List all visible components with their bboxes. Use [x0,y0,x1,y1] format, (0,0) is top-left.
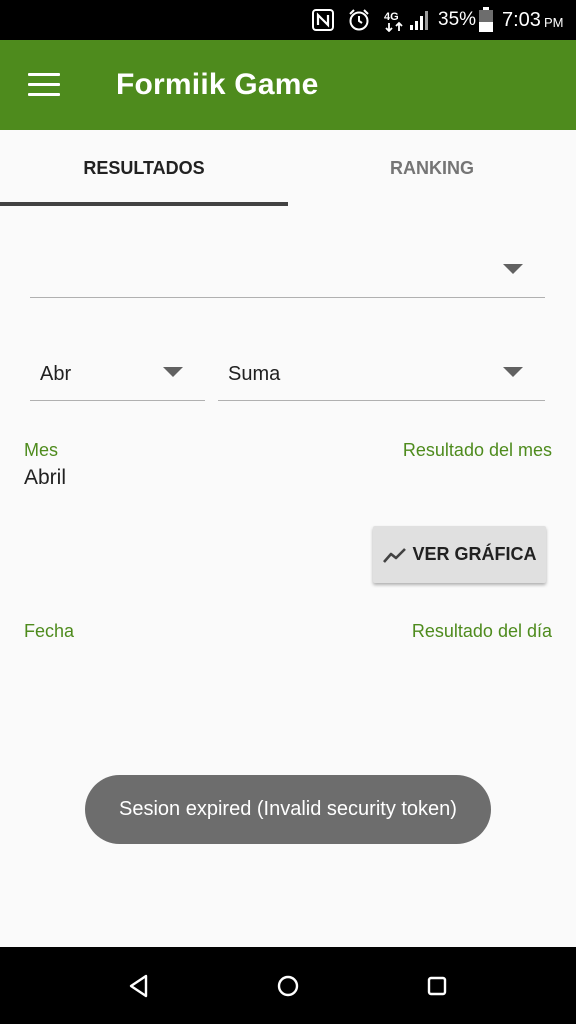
month-label: Mes [24,440,59,460]
recents-icon[interactable] [422,971,452,1001]
navigation-bar [0,947,576,1024]
tab-ranking[interactable]: RANKING [288,130,576,206]
month-spinner[interactable]: Abr [30,348,205,401]
battery-percent: 35% [438,9,477,30]
type-spinner-value: Suma [228,363,281,385]
dropdown-arrow-icon [163,367,183,377]
signal-icon [408,0,432,40]
clock: 7:03 PM [502,0,563,40]
tab-bar: RESULTADOS RANKING [0,130,576,206]
month-spinner-value: Abr [40,363,72,385]
svg-text:4G: 4G [384,11,399,23]
nfc-icon [312,0,334,40]
trending-up-icon [383,547,407,563]
top-spinner[interactable] [30,240,545,298]
data-4g-icon: 4G [384,0,406,40]
dropdown-arrow-icon [503,264,523,274]
dropdown-arrow-icon [503,367,523,377]
toast-message: Sesion expired (Invalid security token) [85,775,491,844]
view-chart-label: VER GRÁFICA [412,544,537,564]
app-title: Formiik Game [116,68,319,101]
date-header: Fecha [24,621,75,641]
alarm-icon [347,0,371,40]
type-spinner[interactable]: Suma [218,348,545,401]
toast-text: Sesion expired (Invalid security token) [119,798,457,820]
tab-resultados[interactable]: RESULTADOS [0,130,288,206]
app-bar: Formiik Game [0,40,576,130]
hamburger-menu-icon[interactable] [28,73,60,97]
view-chart-button[interactable]: VER GRÁFICA [373,526,546,583]
back-icon[interactable] [124,971,154,1001]
home-icon[interactable] [273,971,303,1001]
tab-indicator [0,202,288,206]
battery-icon [478,0,494,40]
month-value: Abril [24,466,67,489]
status-bar: 4G 35% 7:03 PM [0,0,576,40]
clock-time: 7:03 [502,8,541,31]
clock-ampm: PM [543,14,564,30]
monthly-result-label: Resultado del mes [402,440,552,460]
daily-result-header: Resultado del día [411,621,552,641]
